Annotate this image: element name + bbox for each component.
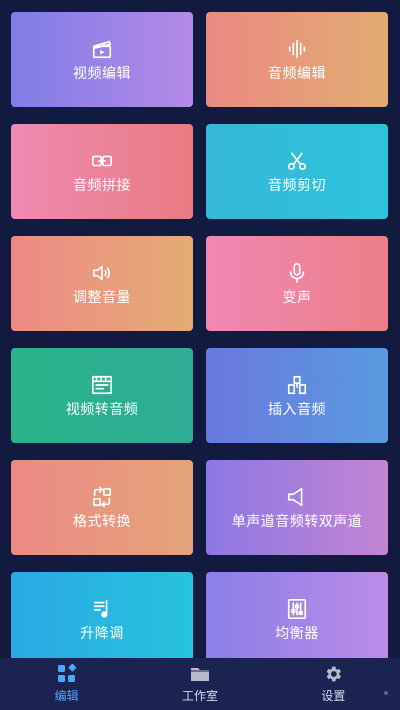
speaker-icon bbox=[91, 262, 113, 284]
microphone-icon bbox=[286, 262, 308, 284]
tile-pitch-shift[interactable]: 升降调 bbox=[11, 572, 193, 667]
tile-voice-change[interactable]: 变声 bbox=[206, 236, 388, 331]
home-indicator bbox=[384, 691, 388, 695]
tile-label: 格式转换 bbox=[73, 513, 131, 530]
tab-label: 工作室 bbox=[181, 689, 218, 703]
gear-icon bbox=[323, 664, 343, 684]
tab-label: 设置 bbox=[321, 689, 346, 703]
tile-label: 插入音频 bbox=[268, 401, 326, 418]
tab-label: 编辑 bbox=[54, 689, 79, 703]
folder-icon bbox=[190, 664, 210, 684]
tile-label: 视频转音频 bbox=[65, 401, 139, 418]
feature-grid: 视频编辑 音频编辑 音频拼接 音频剪切 调整音量 变声 视频转音频 插入音频 格… bbox=[0, 0, 400, 667]
tile-mono-to-stereo[interactable]: 单声道音频转双声道 bbox=[206, 460, 388, 555]
tab-edit[interactable]: 编辑 bbox=[0, 658, 133, 710]
link-icon bbox=[91, 150, 113, 172]
edit-grid-icon bbox=[57, 663, 77, 684]
clapperboard-icon bbox=[91, 38, 113, 60]
tile-label: 音频编辑 bbox=[268, 65, 326, 82]
tile-audio-join[interactable]: 音频拼接 bbox=[11, 124, 193, 219]
tile-label: 变声 bbox=[282, 289, 312, 306]
tile-video-to-audio[interactable]: 视频转音频 bbox=[11, 348, 193, 443]
tile-label: 调整音量 bbox=[73, 289, 131, 306]
tile-label: 音频拼接 bbox=[73, 177, 131, 194]
tile-insert-audio[interactable]: 插入音频 bbox=[206, 348, 388, 443]
tile-video-edit[interactable]: 视频编辑 bbox=[11, 12, 193, 107]
tile-label: 均衡器 bbox=[275, 625, 319, 642]
mono-speaker-icon bbox=[286, 486, 308, 508]
waveform-icon bbox=[286, 38, 308, 60]
insert-blocks-icon bbox=[286, 374, 308, 396]
tile-label: 升降调 bbox=[80, 625, 124, 642]
tile-audio-cut[interactable]: 音频剪切 bbox=[206, 124, 388, 219]
tile-label: 单声道音频转双声道 bbox=[231, 513, 363, 530]
tile-label: 音频剪切 bbox=[268, 177, 326, 194]
scissors-icon bbox=[286, 150, 308, 172]
video-window-icon bbox=[91, 374, 113, 396]
tile-adjust-volume[interactable]: 调整音量 bbox=[11, 236, 193, 331]
pitch-note-icon bbox=[91, 598, 113, 620]
tile-equalizer[interactable]: 均衡器 bbox=[206, 572, 388, 667]
tile-audio-edit[interactable]: 音频编辑 bbox=[206, 12, 388, 107]
tile-label: 视频编辑 bbox=[73, 65, 131, 82]
tile-format-convert[interactable]: 格式转换 bbox=[11, 460, 193, 555]
convert-icon bbox=[91, 485, 113, 508]
tab-studio[interactable]: 工作室 bbox=[133, 658, 266, 710]
equalizer-icon bbox=[286, 598, 308, 620]
bottom-tab-bar: 编辑 工作室 设置 bbox=[0, 658, 400, 710]
tab-settings[interactable]: 设置 bbox=[267, 658, 400, 710]
